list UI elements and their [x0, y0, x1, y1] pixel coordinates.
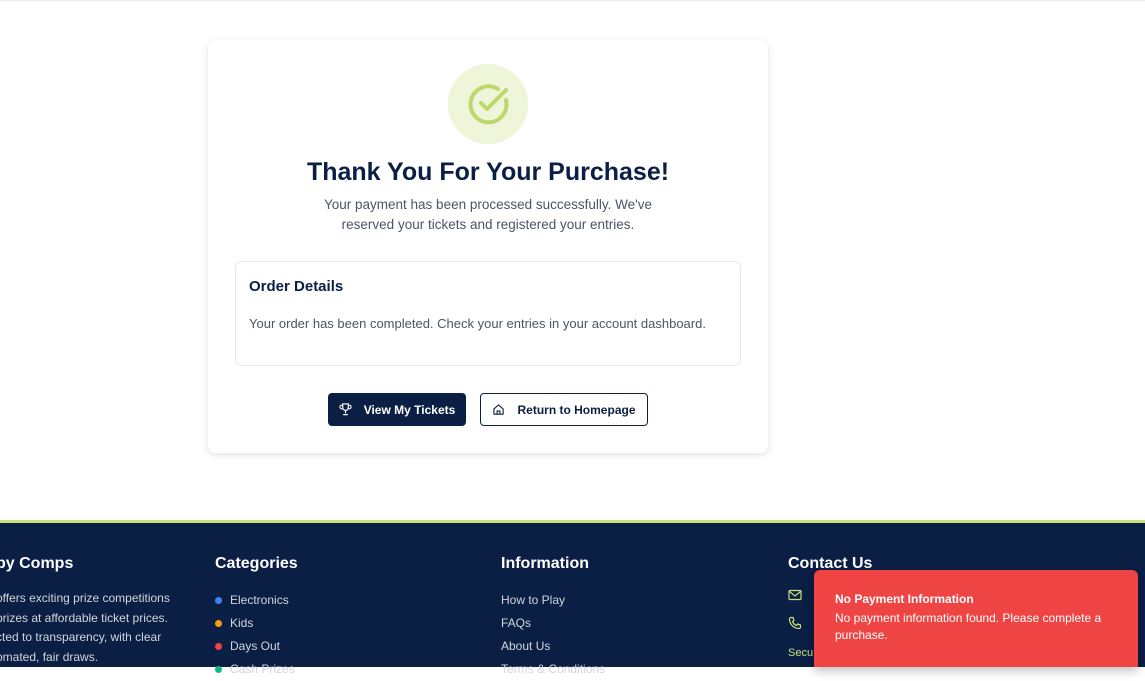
- footer-category-kids[interactable]: Kids: [215, 612, 295, 635]
- category-dot-icon: [215, 643, 222, 650]
- success-check-icon: [448, 64, 528, 144]
- purchase-confirmation-card: Thank You For Your Purchase! Your paymen…: [208, 40, 768, 453]
- footer-secure-label: Secu: [788, 647, 814, 659]
- return-to-homepage-button[interactable]: Return to Homepage: [480, 393, 648, 426]
- order-details-box: Order Details Your order has been comple…: [235, 261, 741, 366]
- footer-email-row[interactable]: [788, 589, 802, 604]
- toast-message: No payment information found. Please com…: [835, 611, 1102, 642]
- footer-categories-list: Electronics Kids Days Out Cash Prizes: [215, 589, 295, 681]
- footer-phone-row[interactable]: [788, 616, 802, 633]
- footer-about-text: offers exciting prize competitions prize…: [0, 591, 170, 664]
- category-dot-icon: [215, 666, 222, 673]
- toast-title: No Payment Information: [835, 592, 974, 606]
- footer-link-terms[interactable]: Terms & Conditions: [501, 658, 605, 681]
- category-dot-icon: [215, 597, 222, 604]
- footer-link-faqs[interactable]: FAQs: [501, 612, 605, 635]
- footer-about-heading: py Comps: [0, 555, 74, 572]
- footer-link-how-to-play[interactable]: How to Play: [501, 589, 605, 612]
- footer-categories-heading: Categories: [215, 555, 298, 572]
- return-to-homepage-label: Return to Homepage: [517, 402, 636, 417]
- footer-category-electronics[interactable]: Electronics: [215, 589, 295, 612]
- footer-category-cash-prizes[interactable]: Cash Prizes: [215, 658, 295, 681]
- home-icon: [492, 403, 505, 416]
- footer-information-list: How to Play FAQs About Us Terms & Condit…: [501, 589, 605, 681]
- mail-icon: [788, 589, 802, 604]
- view-my-tickets-label: View My Tickets: [363, 402, 456, 417]
- page-title: Thank You For Your Purchase!: [306, 158, 670, 186]
- order-details-text: Your order has been completed. Check you…: [249, 316, 706, 331]
- footer-information-heading: Information: [501, 555, 589, 572]
- error-toast[interactable]: No Payment Information No payment inform…: [814, 570, 1138, 667]
- view-my-tickets-button[interactable]: View My Tickets: [328, 393, 466, 426]
- trophy-icon: [339, 403, 352, 416]
- phone-icon: [788, 616, 802, 633]
- category-dot-icon: [215, 620, 222, 627]
- footer-link-about-us[interactable]: About Us: [501, 635, 605, 658]
- footer-category-days-out[interactable]: Days Out: [215, 635, 295, 658]
- header-divider: [0, 0, 1145, 1]
- order-details-heading: Order Details: [249, 278, 344, 295]
- confirmation-message: Your payment has been processed successf…: [323, 197, 652, 232]
